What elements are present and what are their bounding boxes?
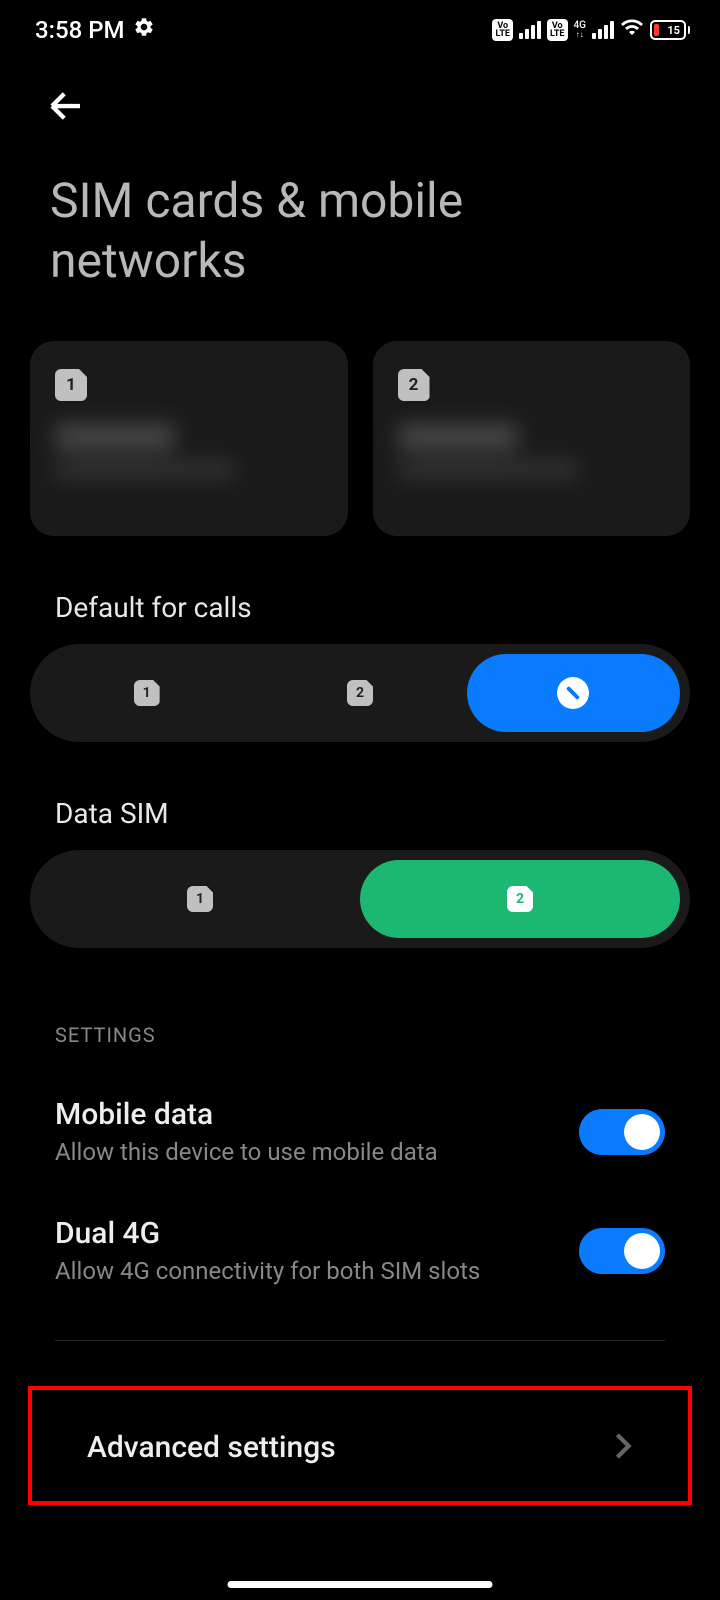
- status-time: 3:58 PM: [35, 16, 125, 44]
- sim-card-1[interactable]: 1: [30, 341, 348, 536]
- sim-cards-container: 1 2: [0, 341, 720, 536]
- signal-icon-1: [519, 21, 541, 39]
- sim-chip-icon: 1: [134, 680, 160, 706]
- sim-chip-icon: 2: [347, 680, 373, 706]
- setting-text: Mobile data Allow this device to use mob…: [55, 1097, 579, 1166]
- sim-chip-icon: 1: [55, 369, 87, 401]
- mobile-data-setting[interactable]: Mobile data Allow this device to use mob…: [0, 1072, 720, 1191]
- mobile-data-subtitle: Allow this device to use mobile data: [55, 1138, 579, 1166]
- signal-icon-2: [592, 21, 614, 39]
- volte-icon-1: VoLTE: [492, 19, 513, 41]
- dual-4g-toggle[interactable]: [579, 1228, 665, 1274]
- calls-not-set-option[interactable]: [467, 654, 680, 732]
- advanced-settings-row[interactable]: Advanced settings: [28, 1386, 692, 1505]
- default-calls-selector: 1 2: [30, 644, 690, 742]
- sim-chip-icon: 1: [187, 886, 213, 912]
- page-title: SIM cards & mobile networks: [0, 141, 720, 341]
- data-sim-label: Data SIM: [0, 742, 720, 850]
- sim-chip-icon: 2: [507, 886, 533, 912]
- chevron-right-icon: [613, 1432, 633, 1464]
- calls-sim-1-option[interactable]: 1: [40, 654, 253, 732]
- home-indicator[interactable]: [228, 1581, 493, 1588]
- sim-info-blurred: [55, 423, 323, 479]
- data-sim-2-option[interactable]: 2: [360, 860, 680, 938]
- mobile-data-toggle[interactable]: [579, 1109, 665, 1155]
- default-calls-label: Default for calls: [0, 536, 720, 644]
- settings-header: SETTINGS: [0, 948, 720, 1072]
- network-type-label: 4G ↑↓: [574, 21, 587, 39]
- not-set-icon: [557, 677, 589, 709]
- setting-text: Dual 4G Allow 4G connectivity for both S…: [55, 1216, 579, 1285]
- dual-4g-title: Dual 4G: [55, 1216, 579, 1251]
- sim-card-2[interactable]: 2: [373, 341, 691, 536]
- dual-4g-subtitle: Allow 4G connectivity for both SIM slots: [55, 1257, 579, 1285]
- status-bar: 3:58 PM VoLTE VoLTE 4G ↑↓ 15: [0, 0, 720, 60]
- battery-icon: 15: [650, 20, 690, 40]
- sim-info-blurred: [398, 423, 666, 479]
- status-right: VoLTE VoLTE 4G ↑↓ 15: [492, 15, 690, 45]
- back-button[interactable]: [0, 60, 720, 141]
- wifi-icon: [620, 15, 644, 45]
- status-left: 3:58 PM: [35, 16, 155, 44]
- dual-4g-setting[interactable]: Dual 4G Allow 4G connectivity for both S…: [0, 1191, 720, 1310]
- data-sim-1-option[interactable]: 1: [40, 860, 360, 938]
- sim-chip-icon: 2: [398, 369, 430, 401]
- volte-icon-2: VoLTE: [547, 19, 568, 41]
- mobile-data-title: Mobile data: [55, 1097, 579, 1132]
- data-sim-selector: 1 2: [30, 850, 690, 948]
- gear-icon: [133, 16, 155, 44]
- divider: [55, 1340, 665, 1341]
- advanced-settings-title: Advanced settings: [87, 1430, 336, 1465]
- calls-sim-2-option[interactable]: 2: [253, 654, 466, 732]
